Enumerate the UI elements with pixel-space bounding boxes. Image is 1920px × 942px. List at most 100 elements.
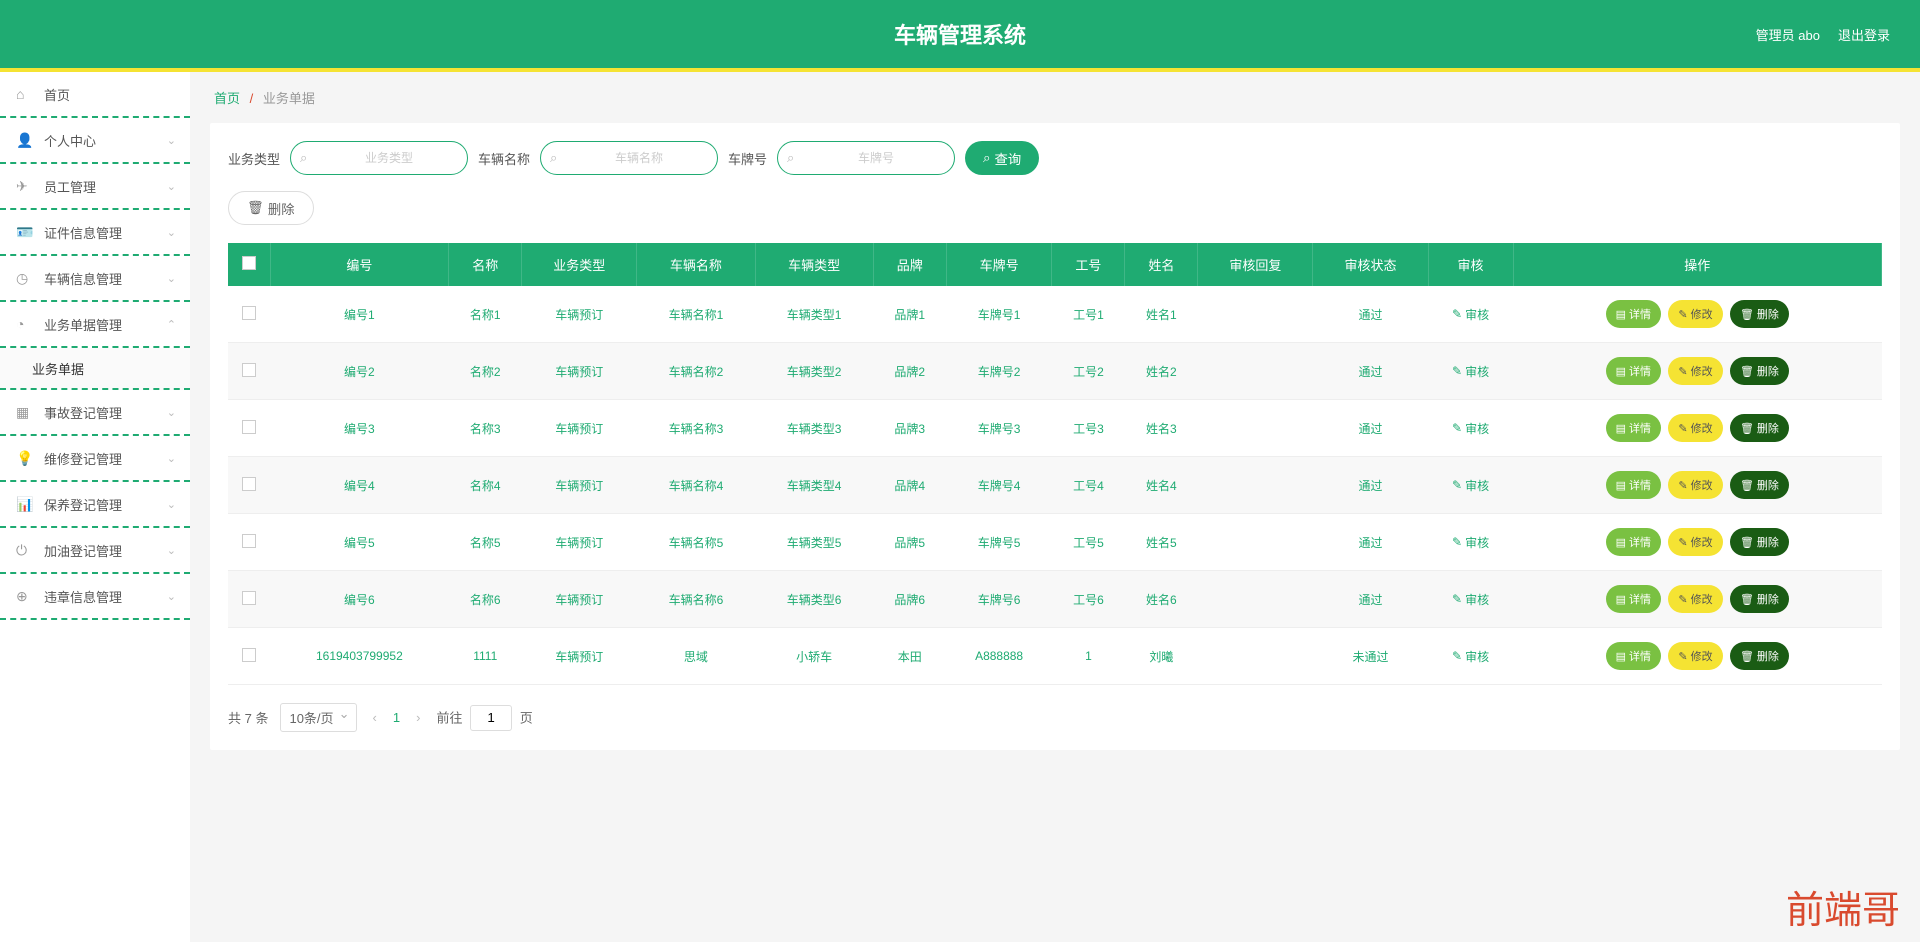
cell-vname: 车辆名称5 [637, 514, 755, 571]
page-size-select[interactable]: 10条/页 [280, 703, 356, 732]
sidebar-item-label: 员工管理 [44, 177, 96, 196]
chevron-down-icon: ⌄ [167, 590, 176, 603]
filter-input-plate[interactable] [777, 141, 955, 175]
user-icon: 👤 [16, 132, 36, 149]
sidebar-item[interactable]: 💡 维修登记管理 ⌄ [0, 436, 190, 482]
sidebar-item[interactable]: ▦ 事故登记管理 ⌄ [0, 390, 190, 436]
modify-button[interactable]: ✎ 修改 [1668, 414, 1722, 442]
filter-input-type[interactable] [290, 141, 468, 175]
prev-page[interactable]: ‹ [369, 710, 381, 725]
sidebar-item[interactable]: 📊 保养登记管理 ⌄ [0, 482, 190, 528]
delete-button[interactable]: 🗑 删除 [1730, 471, 1789, 499]
detail-button[interactable]: ▤ 详情 [1606, 585, 1661, 613]
modify-button[interactable]: ✎ 修改 [1668, 528, 1722, 556]
row-checkbox[interactable] [242, 420, 256, 434]
sidebar-item[interactable]: 🪪 证件信息管理 ⌄ [0, 210, 190, 256]
sidebar-item[interactable]: ⏻ 加油登记管理 ⌄ [0, 528, 190, 574]
delete-button[interactable]: 🗑 删除 [1730, 300, 1789, 328]
sidebar-item[interactable]: ◷ 车辆信息管理 ⌄ [0, 256, 190, 302]
audit-link[interactable]: ✎ 审核 [1452, 306, 1489, 323]
detail-button[interactable]: ▤ 详情 [1606, 471, 1661, 499]
detail-button[interactable]: ▤ 详情 [1606, 642, 1661, 670]
cell-vtype: 车辆类型1 [755, 286, 873, 343]
doc-icon: ▤ [1616, 650, 1626, 663]
modify-button[interactable]: ✎ 修改 [1668, 642, 1722, 670]
delete-button[interactable]: 🗑 删除 [1730, 642, 1789, 670]
batch-delete-button[interactable]: 🗑 删除 [228, 191, 314, 225]
delete-button[interactable]: 🗑 删除 [1730, 357, 1789, 385]
row-checkbox[interactable] [242, 306, 256, 320]
goto-input[interactable] [470, 705, 512, 731]
next-page[interactable]: › [412, 710, 424, 725]
audit-link[interactable]: ✎ 审核 [1452, 591, 1489, 608]
cell-status: 未通过 [1313, 628, 1428, 685]
audit-link[interactable]: ✎ 审核 [1452, 477, 1489, 494]
chevron-down-icon: ⌄ [167, 498, 176, 511]
cell-emp: 工号3 [1052, 400, 1125, 457]
cell-status: 通过 [1313, 514, 1428, 571]
filter-input-vname[interactable] [540, 141, 718, 175]
chevron-down-icon: ⌄ [167, 134, 176, 147]
detail-button[interactable]: ▤ 详情 [1606, 528, 1661, 556]
column-header: 车辆名称 [637, 243, 755, 286]
row-checkbox[interactable] [242, 534, 256, 548]
delete-button[interactable]: 🗑 删除 [1730, 585, 1789, 613]
cell-vtype: 小轿车 [755, 628, 873, 685]
sidebar-item[interactable]: ✈ 员工管理 ⌄ [0, 164, 190, 210]
sidebar-item[interactable]: ⊕ 违章信息管理 ⌄ [0, 574, 190, 620]
audit-link[interactable]: ✎ 审核 [1452, 363, 1489, 380]
cell-id: 1619403799952 [270, 628, 449, 685]
cell-btype: 车辆预订 [522, 628, 637, 685]
trash-icon: 🗑 [1740, 479, 1754, 492]
audit-link[interactable]: ✎ 审核 [1452, 420, 1489, 437]
cell-person: 刘曦 [1125, 628, 1198, 685]
doc-icon: ▤ [1616, 308, 1626, 321]
sidebar-item[interactable]: ⌂ 首页 [0, 72, 190, 118]
detail-button[interactable]: ▤ 详情 [1606, 414, 1661, 442]
logout-link[interactable]: 退出登录 [1838, 25, 1890, 44]
row-checkbox[interactable] [242, 477, 256, 491]
audit-link[interactable]: ✎ 审核 [1452, 648, 1489, 665]
row-checkbox[interactable] [242, 648, 256, 662]
cell-btype: 车辆预订 [522, 514, 637, 571]
edit-icon: ✎ [1452, 478, 1462, 492]
cell-person: 姓名5 [1125, 514, 1198, 571]
modify-button[interactable]: ✎ 修改 [1668, 300, 1722, 328]
cell-reply [1198, 514, 1313, 571]
row-checkbox[interactable] [242, 591, 256, 605]
sidebar-sub-item[interactable]: 业务单据 [0, 348, 190, 390]
chevron-down-icon: ⌄ [167, 226, 176, 239]
breadcrumb-home[interactable]: 首页 [214, 91, 240, 106]
modify-button[interactable]: ✎ 修改 [1668, 471, 1722, 499]
sidebar-item[interactable]: ◔ 业务单据管理 ⌃ [0, 302, 190, 348]
modify-button[interactable]: ✎ 修改 [1668, 357, 1722, 385]
trash-icon: 🗑 [1740, 308, 1754, 321]
cell-brand: 品牌5 [873, 514, 946, 571]
cell-plate: 车牌号6 [946, 571, 1052, 628]
delete-button[interactable]: 🗑 删除 [1730, 528, 1789, 556]
query-button[interactable]: ⌕ 查询 [965, 141, 1039, 175]
grid-icon: ▦ [16, 404, 36, 421]
sidebar-item[interactable]: 👤 个人中心 ⌄ [0, 118, 190, 164]
cell-plate: 车牌号4 [946, 457, 1052, 514]
column-header: 姓名 [1125, 243, 1198, 286]
cell-name: 名称2 [449, 343, 522, 400]
audit-link[interactable]: ✎ 审核 [1452, 534, 1489, 551]
doc-icon: ▤ [1616, 422, 1626, 435]
sidebar-item-label: 证件信息管理 [44, 223, 122, 242]
content-area: 首页 / 业务单据 业务类型 ⌕ 车辆名称 ⌕ 车牌号 ⌕ [190, 72, 1920, 942]
cell-emp: 工号4 [1052, 457, 1125, 514]
sidebar-item-label: 首页 [44, 85, 70, 104]
current-page[interactable]: 1 [393, 710, 400, 725]
cell-person: 姓名1 [1125, 286, 1198, 343]
detail-button[interactable]: ▤ 详情 [1606, 300, 1661, 328]
column-header: 车辆类型 [755, 243, 873, 286]
row-checkbox[interactable] [242, 363, 256, 377]
select-all-checkbox[interactable] [242, 256, 256, 270]
plane-icon: ✈ [16, 178, 36, 195]
detail-button[interactable]: ▤ 详情 [1606, 357, 1661, 385]
delete-button[interactable]: 🗑 删除 [1730, 414, 1789, 442]
cell-ops: ▤ 详情 ✎ 修改 🗑 删除 [1513, 286, 1881, 343]
modify-button[interactable]: ✎ 修改 [1668, 585, 1722, 613]
user-label[interactable]: 管理员 abo [1756, 25, 1820, 44]
